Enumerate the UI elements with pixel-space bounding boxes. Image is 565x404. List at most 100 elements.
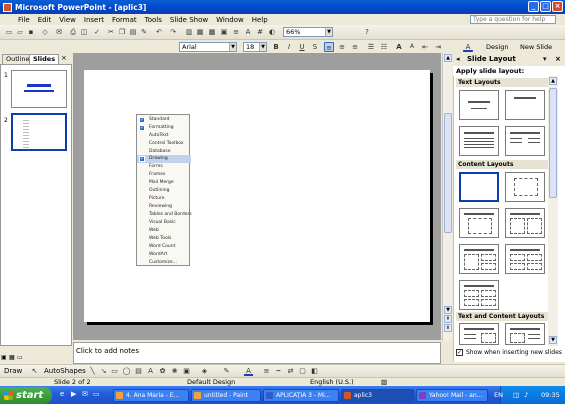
menu-item-formatting[interactable]: ✓ Formatting — [137, 124, 191, 132]
taskbar-item-aplic3[interactable]: aplic3 — [341, 389, 414, 402]
permission-icon[interactable]: ◇ — [40, 27, 50, 37]
paste-icon[interactable]: ▤ — [128, 27, 138, 37]
new-slide-button[interactable]: New Slide — [520, 43, 552, 51]
save-icon[interactable]: ▪ — [26, 27, 36, 37]
arrow-style-icon[interactable]: ⇄ — [286, 367, 295, 376]
menu-format[interactable]: Format — [108, 16, 141, 24]
font-size-select[interactable]: 18 ▼ — [243, 42, 267, 52]
undo-icon[interactable]: ↶ — [154, 27, 164, 37]
menu-item-web-tools[interactable]: Web Tools — [137, 235, 191, 243]
menu-item-picture[interactable]: Picture — [137, 195, 191, 203]
outlook-icon[interactable]: ✉ — [82, 390, 88, 398]
format-painter-icon[interactable]: ✎ — [139, 27, 149, 37]
menu-item-standard[interactable]: ✓ Standard — [137, 116, 191, 124]
menu-item-tables-and-borders[interactable]: Tables and Borders — [137, 211, 192, 219]
powerpoint-app-icon[interactable] — [3, 2, 12, 12]
maximize-button[interactable]: □ — [540, 1, 551, 12]
oval-icon[interactable]: ◯ — [122, 367, 131, 376]
menu-item-word-count[interactable]: Word Count — [137, 243, 191, 251]
layout-title-content-and-text[interactable] — [505, 323, 545, 345]
language-indicator[interactable]: EN — [494, 386, 503, 404]
menu-help[interactable]: Help — [248, 16, 272, 24]
taskbar-item-yahoo-mail[interactable]: Yahoo! Mail - an... — [416, 389, 488, 402]
menu-item-reviewing[interactable]: Reviewing — [137, 203, 191, 211]
menu-item-outlining[interactable]: Outlining — [137, 187, 191, 195]
tab-slides[interactable]: Slides — [29, 54, 60, 64]
menu-item-mail-merge[interactable]: Mail Merge — [137, 179, 191, 187]
layout-title-slide[interactable] — [459, 90, 499, 120]
menu-item-drawing[interactable]: ✓ Drawing — [137, 155, 191, 163]
spelling-icon[interactable]: ✓ — [92, 27, 102, 37]
dash-style-icon[interactable]: ┅ — [274, 367, 283, 376]
layout-title-content-over-content[interactable] — [459, 244, 499, 274]
taskbar-item-word-doc[interactable]: APLICAȚIA 3 - Mi... — [263, 389, 339, 402]
design-button[interactable]: Design — [486, 43, 508, 51]
line-icon[interactable]: ╲ — [88, 367, 97, 376]
menu-item-forms[interactable]: Forms — [137, 163, 191, 171]
layout-title-four-content[interactable] — [505, 244, 545, 274]
open-icon[interactable]: ▱ — [15, 27, 25, 37]
layout-title-and-two-content[interactable] — [505, 208, 545, 238]
scroll-thumb[interactable] — [444, 113, 452, 233]
menu-item-customize[interactable]: Customize... — [137, 259, 191, 267]
vertical-scrollbar[interactable]: ▲ ▼ ⇞ ⇟ — [442, 53, 452, 341]
slide-show-view-icon[interactable]: ▭ — [17, 354, 23, 361]
font-color-icon[interactable]: A — [244, 367, 253, 376]
close-task-pane-icon[interactable]: × — [555, 53, 561, 66]
layout-title-and-text[interactable] — [459, 126, 499, 156]
menu-view[interactable]: View — [55, 16, 80, 24]
previous-slide-icon[interactable]: ⇞ — [444, 315, 452, 323]
show-on-insert-option[interactable]: ✓ Show when inserting new slides — [456, 348, 564, 358]
bold-button[interactable]: B — [271, 42, 281, 52]
insert-chart-icon[interactable]: ▥ — [184, 27, 194, 37]
print-preview-icon[interactable]: ◫ — [79, 27, 89, 37]
picture-icon[interactable]: ▣ — [182, 367, 191, 376]
grid-icon[interactable]: # — [255, 27, 265, 37]
show-desktop-icon[interactable]: ▭ — [93, 390, 100, 398]
diagram-icon[interactable]: ✿ — [158, 367, 167, 376]
menu-edit[interactable]: Edit — [34, 16, 56, 24]
decrease-indent-icon[interactable]: ⇤ — [420, 42, 430, 52]
font-color-icon[interactable]: A — [463, 42, 473, 52]
close-button[interactable]: × — [552, 1, 563, 12]
ie-icon[interactable]: e — [60, 390, 64, 398]
minimize-button[interactable]: _ — [528, 1, 539, 12]
menu-item-control-toolbox[interactable]: Control Toolbox — [137, 140, 191, 148]
media-player-icon[interactable]: ▶ — [71, 390, 76, 398]
menu-slide-show[interactable]: Slide Show — [166, 16, 212, 24]
chevron-down-icon[interactable]: ▼ — [229, 43, 236, 51]
menu-item-wordart[interactable]: WordArt — [137, 251, 191, 259]
start-button[interactable]: start — [0, 387, 52, 404]
taskbar-item-paint[interactable]: untitled - Paint — [191, 389, 261, 402]
menu-item-frames[interactable]: Frames — [137, 171, 191, 179]
shadow-style-icon[interactable]: ▢ — [298, 367, 307, 376]
line-style-icon[interactable]: ≡ — [262, 367, 271, 376]
font-select[interactable]: Arial ▼ — [179, 42, 237, 52]
zoom-select[interactable]: 66% ▼ — [283, 27, 333, 37]
tray-network-icon[interactable]: ◫ — [513, 386, 519, 404]
menu-insert[interactable]: Insert — [80, 16, 108, 24]
scroll-down-icon[interactable]: ▼ — [444, 306, 452, 314]
menu-tools[interactable]: Tools — [141, 16, 166, 24]
numbering-icon[interactable]: ☰ — [366, 42, 376, 52]
fill-color-icon[interactable]: ◈ — [200, 367, 209, 376]
clipart-icon[interactable]: ❀ — [170, 367, 179, 376]
scroll-up-icon[interactable]: ▲ — [444, 54, 452, 62]
layout-title-and-content[interactable] — [459, 208, 499, 238]
notes-pane[interactable]: Click to add notes — [73, 342, 441, 364]
print-icon[interactable]: ⎙ — [68, 27, 78, 37]
autoshapes-menu[interactable]: AutoShapes — [44, 367, 86, 375]
layout-two-column-text[interactable] — [505, 126, 545, 156]
increase-indent-icon[interactable]: ⇥ — [433, 42, 443, 52]
menu-file[interactable]: File — [14, 16, 34, 24]
menu-item-web[interactable]: Web — [137, 227, 191, 235]
align-right-icon[interactable]: ≡ — [350, 42, 360, 52]
scroll-thumb[interactable] — [549, 88, 557, 198]
task-pane-scrollbar[interactable]: ▲ ▼ — [548, 76, 558, 346]
cut-icon[interactable]: ✂ — [106, 27, 116, 37]
line-color-icon[interactable]: ✎ — [222, 367, 231, 376]
chevron-down-icon[interactable]: ▼ — [325, 28, 332, 36]
slide-thumbnail-1[interactable] — [11, 70, 67, 108]
layout-four-content-alt[interactable] — [459, 280, 499, 310]
align-left-icon[interactable]: ≡ — [324, 42, 334, 52]
